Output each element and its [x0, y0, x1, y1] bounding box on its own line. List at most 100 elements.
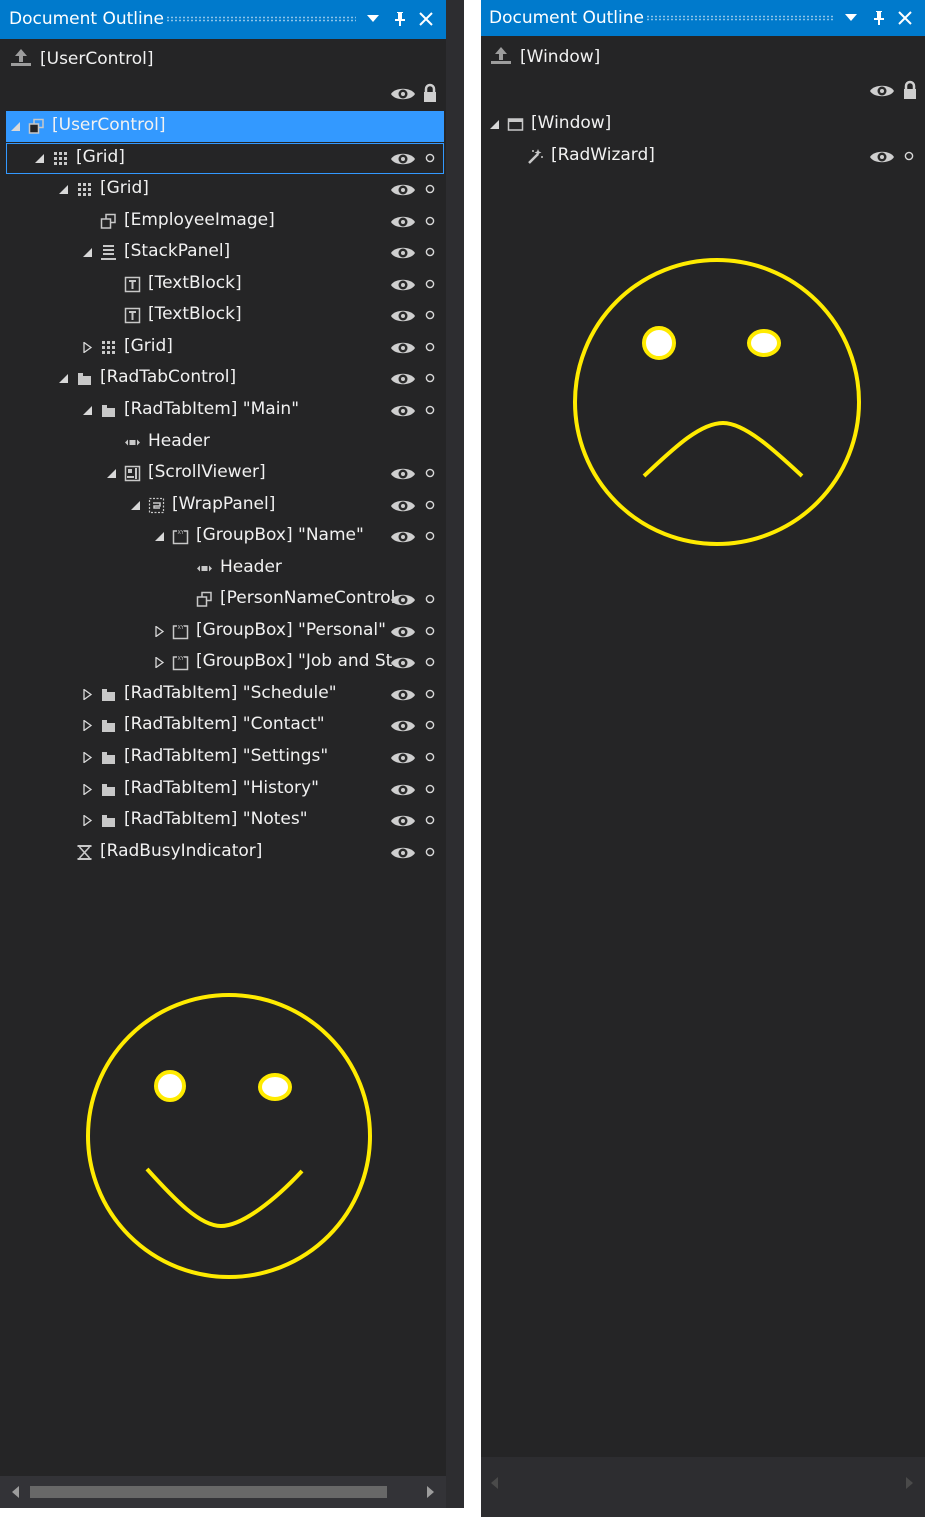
tree-row[interactable]: XY [GroupBox] "Personal" [6, 616, 444, 647]
tree-row[interactable]: [TextBlock] [6, 269, 444, 300]
lock-toggle-icon[interactable] [425, 626, 435, 636]
show-all-eye-icon[interactable] [390, 86, 416, 102]
tree-row[interactable]: [PersonNameControl] [6, 584, 444, 615]
collapse-arrow-icon[interactable] [130, 500, 141, 511]
tree-row[interactable]: [StackPanel] [6, 237, 444, 268]
tree-row[interactable]: [RadWizard] [485, 141, 921, 172]
tree-row[interactable]: [UserControl] [6, 111, 444, 142]
visibility-eye-icon[interactable] [390, 214, 416, 230]
visibility-eye-icon[interactable] [869, 149, 895, 165]
visibility-eye-icon[interactable] [390, 245, 416, 261]
expand-arrow-icon[interactable] [82, 720, 93, 732]
collapse-arrow-icon[interactable] [10, 121, 21, 132]
scope-root[interactable]: [Window] [490, 46, 600, 68]
visibility-eye-icon[interactable] [390, 718, 416, 734]
close-button[interactable] [894, 5, 916, 31]
visibility-eye-icon[interactable] [390, 277, 416, 293]
pin-button[interactable] [389, 6, 411, 32]
tree-row[interactable]: [Grid] [6, 332, 444, 363]
horizontal-scrollbar[interactable] [0, 1476, 446, 1508]
lock-toggle-icon[interactable] [425, 752, 435, 762]
pin-button[interactable] [868, 5, 890, 31]
scroll-left-arrow-icon[interactable] [10, 1486, 22, 1498]
expand-arrow-icon[interactable] [82, 783, 93, 795]
visibility-eye-icon[interactable] [390, 750, 416, 766]
tree-row[interactable]: XY [GroupBox] "Name" [6, 521, 444, 552]
expand-arrow-icon[interactable] [154, 625, 165, 637]
tree-row[interactable]: [RadTabItem] "Settings" [6, 742, 444, 773]
lock-all-icon[interactable] [902, 80, 918, 100]
scope-up-icon[interactable] [10, 47, 32, 71]
collapse-arrow-icon[interactable] [58, 373, 69, 384]
lock-toggle-icon[interactable] [425, 405, 435, 415]
lock-toggle-icon[interactable] [425, 310, 435, 320]
visibility-eye-icon[interactable] [390, 498, 416, 514]
lock-toggle-icon[interactable] [425, 531, 435, 541]
lock-toggle-icon[interactable] [425, 720, 435, 730]
expand-arrow-icon[interactable] [82, 341, 93, 353]
visibility-eye-icon[interactable] [390, 403, 416, 419]
expand-arrow-icon[interactable] [82, 752, 93, 763]
tree-row[interactable]: [RadBusyIndicator] [6, 837, 444, 868]
tree-row[interactable]: [RadTabItem] "Notes" [6, 805, 444, 836]
visibility-eye-icon[interactable] [390, 624, 416, 640]
lock-toggle-icon[interactable] [425, 279, 435, 289]
tree-row[interactable]: [RadTabItem] "History" [6, 774, 444, 805]
drag-grip[interactable] [646, 15, 834, 21]
visibility-eye-icon[interactable] [390, 845, 416, 861]
visibility-eye-icon[interactable] [390, 782, 416, 798]
lock-toggle-icon[interactable] [425, 184, 435, 194]
tree-row[interactable]: [ScrollViewer] [6, 458, 444, 489]
lock-toggle-icon[interactable] [425, 594, 435, 604]
tree-row[interactable]: [RadTabItem] "Schedule" [6, 679, 444, 710]
scope-root[interactable]: [UserControl] [10, 48, 153, 70]
tree-row[interactable]: [RadTabItem] "Main" [6, 395, 444, 426]
tree-row[interactable]: [RadTabItem] "Contact" [6, 710, 444, 741]
lock-toggle-icon[interactable] [425, 500, 435, 510]
lock-toggle-icon[interactable] [904, 151, 914, 161]
lock-toggle-icon[interactable] [425, 657, 435, 667]
window-menu-button[interactable] [840, 5, 862, 31]
horizontal-scrollbar[interactable] [481, 1457, 925, 1517]
tree-row[interactable]: XY [GroupBox] "Job and Status" [6, 647, 444, 678]
visibility-eye-icon[interactable] [390, 466, 416, 482]
tree-row[interactable]: [RadTabControl] [6, 363, 444, 394]
lock-toggle-icon[interactable] [425, 815, 435, 825]
scroll-right-arrow-icon[interactable] [424, 1486, 436, 1498]
collapse-arrow-icon[interactable] [82, 247, 93, 258]
lock-all-icon[interactable] [422, 83, 438, 103]
visibility-eye-icon[interactable] [390, 592, 416, 608]
visibility-eye-icon[interactable] [390, 371, 416, 387]
collapse-arrow-icon[interactable] [154, 531, 165, 542]
drag-grip[interactable] [166, 16, 356, 22]
visibility-eye-icon[interactable] [390, 687, 416, 703]
tree-row[interactable]: [Window] [485, 109, 921, 140]
expand-arrow-icon[interactable] [82, 815, 93, 827]
visibility-eye-icon[interactable] [390, 182, 416, 198]
collapse-arrow-icon[interactable] [34, 153, 45, 164]
collapse-arrow-icon[interactable] [58, 184, 69, 195]
lock-toggle-icon[interactable] [425, 784, 435, 794]
lock-toggle-icon[interactable] [425, 247, 435, 257]
scroll-left-arrow-icon[interactable] [489, 1477, 501, 1489]
lock-toggle-icon[interactable] [425, 153, 435, 163]
visibility-eye-icon[interactable] [390, 813, 416, 829]
lock-toggle-icon[interactable] [425, 468, 435, 478]
lock-toggle-icon[interactable] [425, 373, 435, 383]
splitter-bar[interactable] [446, 0, 464, 1508]
tree-row[interactable]: [Grid] [6, 142, 444, 174]
visibility-eye-icon[interactable] [390, 151, 416, 167]
collapse-arrow-icon[interactable] [489, 119, 500, 130]
close-button[interactable] [415, 6, 437, 32]
lock-toggle-icon[interactable] [425, 216, 435, 226]
lock-toggle-icon[interactable] [425, 342, 435, 352]
scope-up-icon[interactable] [490, 45, 512, 69]
scroll-right-arrow-icon[interactable] [903, 1477, 915, 1489]
tree-row[interactable]: Header [6, 427, 444, 458]
visibility-eye-icon[interactable] [390, 529, 416, 545]
scrollbar-thumb[interactable] [30, 1486, 387, 1498]
visibility-eye-icon[interactable] [390, 308, 416, 324]
expand-arrow-icon[interactable] [154, 657, 165, 669]
collapse-arrow-icon[interactable] [82, 405, 93, 416]
tree-row[interactable]: [WrapPanel] [6, 490, 444, 521]
